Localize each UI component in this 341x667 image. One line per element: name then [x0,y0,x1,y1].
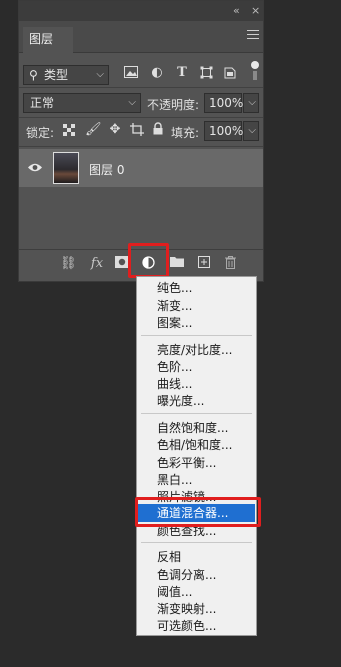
close-icon[interactable]: × [251,4,260,17]
menu-item-gradient[interactable]: 渐变... [138,297,255,315]
menu-item-selective-color[interactable]: 可选颜色... [138,617,255,635]
chevron-down-icon: ⌵ [96,69,104,80]
menu-item-levels[interactable]: 色阶... [138,358,255,376]
opacity-input[interactable]: 100% [204,93,243,113]
menu-item-gradient-map[interactable]: 渐变映射... [138,600,255,618]
opacity-dropdown[interactable]: ⌵ [243,93,259,113]
shape-filter-icon[interactable] [198,66,214,84]
menu-item-invert[interactable]: 反相 [138,548,255,566]
channel-mixer-highlight [135,497,261,527]
menu-separator [141,413,252,414]
layer-row[interactable]: 图层 0 [19,149,263,187]
fill-label: 填充: [171,126,200,140]
lock-all-icon[interactable] [151,122,165,140]
menu-item-solid-color[interactable]: 纯色... [138,279,255,297]
filter-kind-label: 类型 [44,68,69,82]
group-folder-icon[interactable] [169,256,185,272]
menu-item-posterize[interactable]: 色调分离... [138,566,255,584]
lock-position-move-icon[interactable]: ✥ [107,122,123,138]
artboard-lock-icon[interactable] [129,123,145,141]
adjustment-context-menu: 纯色... 渐变... 图案... 亮度/对比度... 色阶... 曲线... … [136,276,257,636]
blend-mode-value: 正常 [30,96,55,110]
opacity-label: 不透明度: [147,98,200,112]
menu-item-vibrance[interactable]: 自然饱和度... [138,419,255,437]
layer-name[interactable]: 图层 0 [89,161,124,178]
collapse-icon[interactable]: « [233,4,240,17]
search-icon: ⚲ [29,68,38,82]
panel-menu-icon[interactable] [247,30,259,42]
new-layer-icon[interactable] [196,256,212,273]
menu-item-brightness-contrast[interactable]: 亮度/对比度... [138,341,255,359]
fill-input[interactable]: 100% [204,121,243,141]
lock-pixels-brush-icon[interactable]: 🖌 [85,122,102,138]
menu-item-exposure[interactable]: 曝光度... [138,392,255,410]
type-filter-icon[interactable]: T [174,65,190,81]
adjustment-filter-icon[interactable]: ◐ [149,65,165,81]
menu-item-black-white[interactable]: 黑白... [138,471,255,489]
delete-layer-icon[interactable] [222,256,238,274]
filter-kind-select[interactable]: ⚲ 类型 ⌵ [23,65,109,85]
menu-item-color-balance[interactable]: 色彩平衡... [138,454,255,472]
chevron-down-icon: ⌵ [248,125,256,136]
pixel-filter-icon[interactable] [123,66,139,83]
panel-title-bar: « × [19,1,263,21]
menu-item-pattern[interactable]: 图案... [138,314,255,332]
chevron-down-icon: ⌵ [128,97,136,108]
tab-row: 图层 [19,21,263,53]
layers-panel: « × 图层 ⚲ 类型 ⌵ ◐ T 正常 ⌵ 不透明度: 100% ⌵ 锁定: … [18,0,264,282]
link-layers-icon[interactable]: ⛓ [60,256,77,272]
menu-item-curves[interactable]: 曲线... [138,375,255,393]
menu-separator [141,335,252,336]
menu-item-hue-saturation[interactable]: 色相/饱和度... [138,436,255,454]
lock-transparent-icon[interactable] [62,124,76,141]
fill-dropdown[interactable]: ⌵ [243,121,259,141]
menu-item-threshold[interactable]: 阈值... [138,583,255,601]
adjustment-button-highlight [128,243,169,278]
filter-toggle[interactable] [251,61,259,81]
tab-layers[interactable]: 图层 [23,27,73,53]
menu-separator [141,542,252,543]
fx-layer-style-icon[interactable]: fx [87,256,107,272]
smart-object-filter-icon[interactable] [222,66,238,84]
lock-label: 锁定: [26,126,55,140]
chevron-down-icon: ⌵ [248,97,256,108]
layer-thumbnail [53,152,79,184]
blend-mode-select[interactable]: 正常 ⌵ [23,93,141,113]
visibility-eye-icon[interactable] [27,162,43,176]
